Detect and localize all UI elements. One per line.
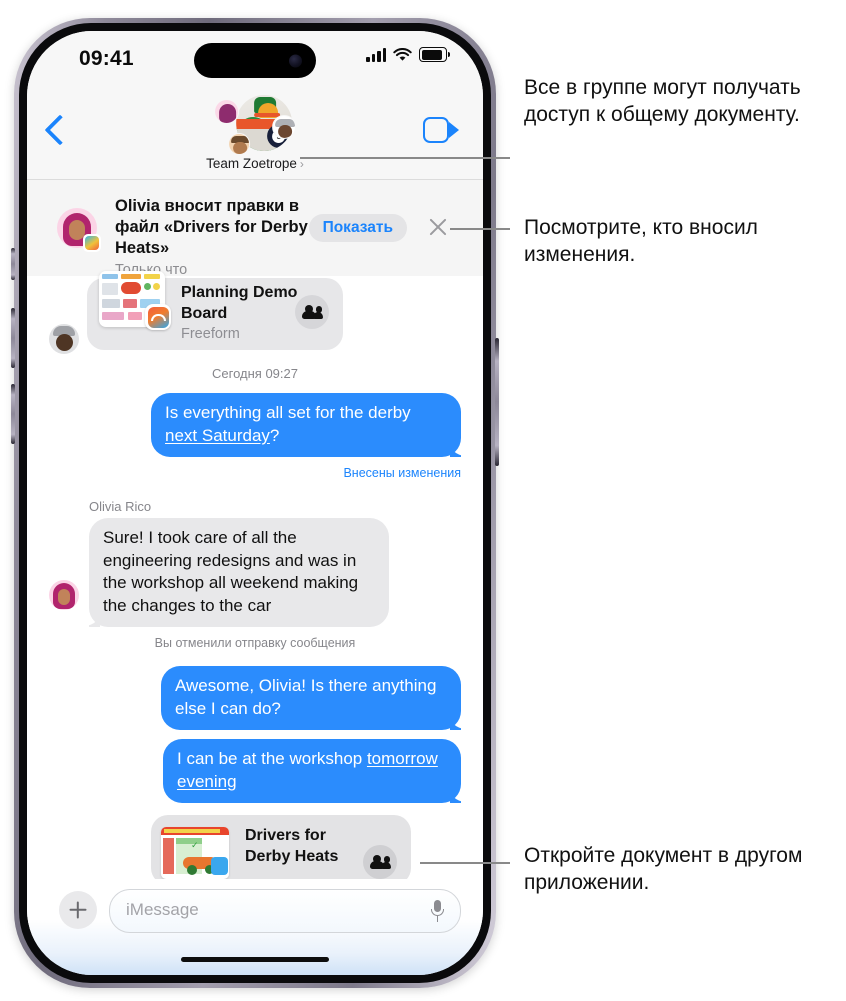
power-button[interactable]: [495, 338, 499, 466]
message-text-1b: ?: [269, 425, 280, 445]
olivia-avatar: [49, 580, 79, 610]
conversation-timestamp: Сегодня 09:27: [212, 366, 298, 381]
chevron-right-icon: ›: [299, 157, 304, 171]
group-name[interactable]: Team Zoetrope ›: [206, 156, 304, 171]
group-header[interactable]: Team Zoetrope›: [206, 95, 304, 171]
status-time: 09:41: [79, 47, 134, 70]
dynamic-island: [194, 43, 316, 78]
navigation-bar: Team Zoetrope›: [27, 91, 483, 180]
phone-screen: 09:41 5 Team Zoetrope › Olivia вносит пр…: [27, 31, 483, 975]
video-camera-icon[interactable]: [423, 117, 459, 143]
message-sender-name: Olivia Rico: [89, 499, 152, 514]
phone-bezel: 09:41 5 Team Zoetrope › Olivia вносит пр…: [19, 23, 491, 983]
freeform-app-icon: [145, 304, 171, 330]
battery-icon: [419, 47, 450, 62]
plus-icon[interactable]: [59, 891, 97, 929]
grant-avatar: [49, 324, 79, 354]
document-thumbnail: ✓: [161, 827, 229, 879]
back-chevron-icon[interactable]: [44, 114, 76, 146]
message-bubble-outgoing[interactable]: I can be at the workshop tomorrow evenin…: [163, 739, 461, 803]
message-row-incoming[interactable]: Sure! I took care of all the engineering…: [27, 518, 483, 627]
freeform-card[interactable]: Planning Demo Board Freeform: [87, 271, 343, 350]
shared-with-you-people-icon[interactable]: [295, 295, 329, 329]
message-bubble-outgoing[interactable]: Is everything all set for the derby next…: [151, 393, 461, 457]
imessage-input[interactable]: iMessage: [109, 889, 461, 933]
show-button[interactable]: Показать: [308, 214, 407, 242]
status-bar: 09:41: [27, 31, 483, 91]
cellular-signal-icon: [366, 47, 386, 62]
home-indicator[interactable]: [181, 957, 329, 962]
bubble-tail: [450, 712, 468, 730]
microphone-icon[interactable]: [431, 900, 444, 922]
message-text-2: Sure! I took care of all the engineering…: [103, 528, 359, 615]
callout-1: Все в группе могут получать доступ к общ…: [524, 76, 801, 126]
conversation-list[interactable]: Planning Demo Board Freeform Сегодня 09:…: [27, 271, 483, 885]
group-name-label: Team Zoetrope: [206, 156, 297, 171]
close-x-icon[interactable]: [427, 216, 449, 238]
document-card-title: Drivers for Derby Heats: [245, 827, 339, 865]
wifi-icon: [393, 47, 412, 61]
member-avatar-3: [227, 133, 250, 155]
banner-text: Olivia вносит правки в файл «Drivers for…: [115, 196, 315, 278]
status-indicators: [366, 47, 450, 62]
message-text-4a: I can be at the workshop: [177, 749, 367, 768]
message-text-1a: Is everything all set for the derby: [165, 403, 411, 422]
screenshot-stage: 09:41 5 Team Zoetrope › Olivia вносит пр…: [0, 0, 846, 1001]
message-edited-label[interactable]: Внесены изменения: [27, 466, 483, 480]
member-avatar-2: [271, 115, 296, 139]
ring-switch[interactable]: [11, 248, 15, 280]
iphone-frame: 09:41 5 Team Zoetrope › Olivia вносит пр…: [11, 18, 499, 988]
message-row-freeform[interactable]: Planning Demo Board Freeform: [27, 271, 483, 362]
message-composer: iMessage: [27, 879, 483, 975]
document-card[interactable]: ✓ Drivers for Derby Heats: [151, 815, 411, 885]
shared-with-you-people-icon[interactable]: [363, 845, 397, 879]
group-avatar-stack: [213, 95, 296, 155]
callout-1-leader-line: [300, 157, 510, 159]
front-camera-icon: [289, 54, 302, 67]
numbers-app-badge-icon: [83, 234, 101, 252]
message-bubble-incoming[interactable]: Sure! I took care of all the engineering…: [89, 518, 389, 627]
callout-3: Откройте документ в другом приложении.: [524, 844, 803, 894]
bubble-tail: [82, 609, 100, 627]
callout-2-leader-line: [450, 228, 510, 230]
bubble-tail: [450, 785, 468, 803]
volume-down-button[interactable]: [11, 384, 15, 444]
collaboration-banner[interactable]: Olivia вносит правки в файл «Drivers for…: [27, 180, 483, 278]
message-bubble-outgoing[interactable]: Awesome, Olivia! Is there anything else …: [161, 666, 461, 730]
bubble-tail: [450, 439, 468, 457]
volume-up-button[interactable]: [11, 308, 15, 368]
message-unsent-label: Вы отменили отправку сообщения: [154, 636, 356, 650]
callout-2: Посмотрите, кто вносил изменения.: [524, 216, 758, 266]
member-avatar-1: [213, 99, 239, 124]
banner-title: Olivia вносит правки в файл «Drivers for…: [115, 197, 308, 257]
callout-3-leader-line: [420, 862, 510, 864]
freeform-card-app: Freeform: [181, 326, 240, 342]
freeform-card-title: Planning Demo Board: [181, 284, 298, 322]
message-text-3: Awesome, Olivia! Is there anything else …: [175, 676, 437, 718]
imessage-placeholder: iMessage: [126, 900, 199, 919]
message-link-1[interactable]: next Saturday: [165, 426, 270, 445]
message-row-document[interactable]: ✓ Drivers for Derby Heats: [27, 815, 483, 889]
